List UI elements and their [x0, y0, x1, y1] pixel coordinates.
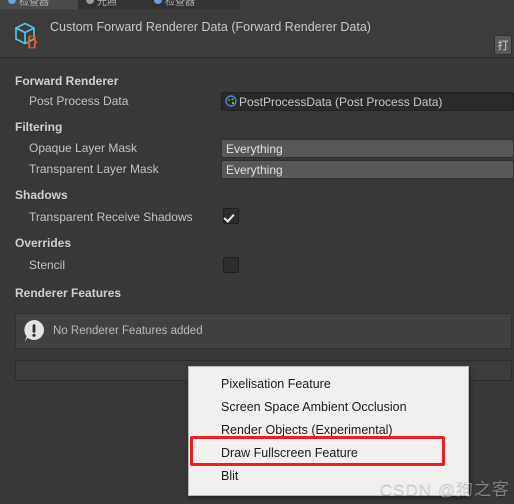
- menu-item-pixelisation-feature[interactable]: Pixelisation Feature: [189, 373, 468, 394]
- section-shadows-heading: Shadows: [15, 188, 68, 202]
- tab-label: 检查器: [165, 0, 195, 8]
- label-opaque-layer-mask: Opaque Layer Mask: [29, 141, 138, 155]
- section-filtering-heading: Filtering: [15, 120, 63, 134]
- section-forward-renderer-heading: Forward Renderer: [15, 74, 119, 88]
- tab-inspector-2[interactable]: 检查器: [146, 0, 240, 9]
- menu-item-screen-space-ambient-occlusion[interactable]: Screen Space Ambient Occlusion: [189, 396, 468, 417]
- page-title: Custom Forward Renderer Data (Forward Re…: [50, 20, 371, 34]
- open-asset-button[interactable]: 打: [494, 35, 512, 55]
- opaque-layer-mask-value: Everything: [226, 141, 283, 156]
- inspector-icon: [154, 0, 162, 4]
- menu-item-draw-fullscreen-feature[interactable]: Draw Fullscreen Feature: [189, 442, 468, 463]
- tab-label: 检查器: [19, 0, 49, 8]
- label-transparent-layer-mask: Transparent Layer Mask: [29, 162, 159, 176]
- menu-item-render-objects-experimental[interactable]: Render Objects (Experimental): [189, 419, 468, 440]
- lighting-icon: [86, 0, 94, 4]
- stencil-checkbox[interactable]: [223, 257, 239, 273]
- transparent-receive-shadows-checkbox[interactable]: [223, 208, 239, 224]
- label-post-process-data: Post Process Data: [29, 94, 129, 108]
- post-process-data-field[interactable]: PostProcessData (Post Process Data): [221, 92, 514, 111]
- helpbox-text: No Renderer Features added: [53, 325, 203, 337]
- opaque-layer-mask-dropdown[interactable]: Everything: [221, 139, 514, 158]
- section-overrides-heading: Overrides: [15, 236, 72, 250]
- scriptable-object-icon: {}: [10, 18, 42, 50]
- section-renderer-features-heading: Renderer Features: [15, 286, 122, 300]
- transparent-layer-mask-dropdown[interactable]: Everything: [221, 160, 514, 179]
- no-renderer-features-helpbox: No Renderer Features added: [15, 313, 512, 349]
- tab-label: 光照: [97, 0, 117, 8]
- post-process-data-value: PostProcessData (Post Process Data): [239, 94, 443, 109]
- post-process-data-icon: [225, 95, 238, 108]
- svg-text:{}: {}: [27, 33, 38, 49]
- watermark: CSDN @狗之客: [379, 480, 510, 499]
- transparent-layer-mask-value: Everything: [226, 162, 283, 177]
- inspector-icon: [8, 0, 16, 4]
- label-transparent-receive-shadows: Transparent Receive Shadows: [29, 210, 193, 224]
- warning-icon: [21, 318, 47, 344]
- asset-header: {} Custom Forward Renderer Data (Forward…: [0, 9, 514, 58]
- label-stencil: Stencil: [29, 258, 66, 272]
